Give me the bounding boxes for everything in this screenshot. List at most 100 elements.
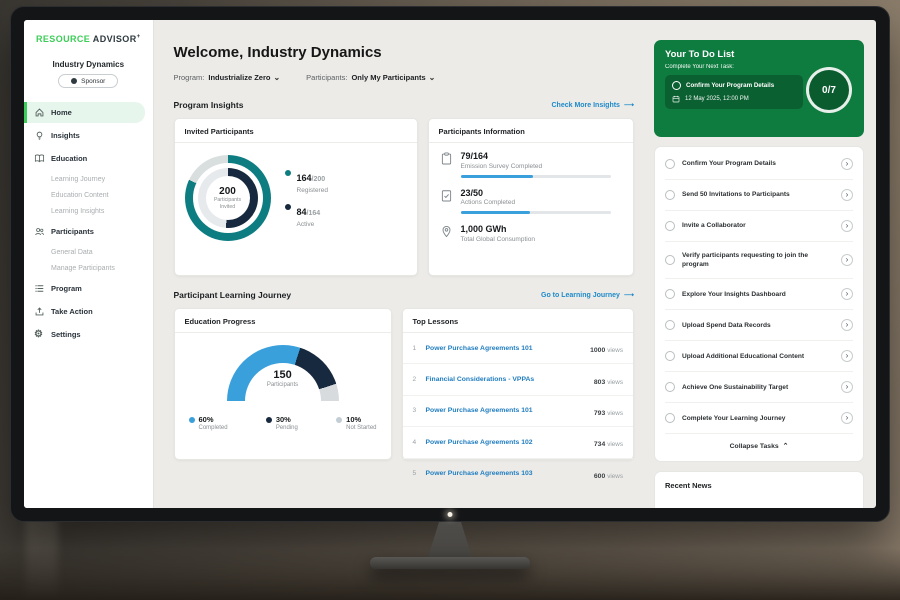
sidebar-item-manage-participants[interactable]: Manage Participants	[24, 260, 153, 276]
chevron-right-icon[interactable]: ›	[841, 288, 853, 300]
lesson-rank: 3	[413, 407, 419, 414]
lesson-link[interactable]: Power Purchase Agreements 101	[426, 345, 584, 352]
gear-icon: ⚙	[34, 329, 45, 340]
chevron-right-icon[interactable]: ›	[841, 254, 853, 266]
todo-task[interactable]: Explore Your Insights Dashboard ›	[665, 279, 853, 310]
todo-task[interactable]: Send 50 Invitations to Participants ›	[665, 180, 853, 211]
filters-row: Program: Industrialize Zero ⌄ Participan…	[174, 73, 634, 82]
legend-value: 164	[297, 173, 312, 183]
task-checkbox[interactable]	[665, 382, 675, 392]
participants-value: Only My Participants	[351, 73, 425, 82]
lesson-row: 2 Financial Considerations - VPPAs 803vi…	[403, 364, 633, 395]
lesson-link[interactable]: Power Purchase Agreements 101	[426, 407, 587, 414]
sidebar-item-participants[interactable]: Participants	[24, 221, 145, 242]
info-row-consumption: 1,000 GWh Total Global Consumption	[429, 216, 633, 245]
todo-task[interactable]: Upload Spend Data Records ›	[665, 310, 853, 341]
logo-plus: +	[137, 34, 141, 40]
info-value: 1,000 GWh	[461, 224, 535, 234]
legend-dot-pending	[266, 417, 272, 423]
sidebar-item-label: Education	[51, 154, 87, 163]
link-label: Check More Insights	[551, 102, 619, 109]
todo-task[interactable]: Achieve One Sustainability Target ›	[665, 372, 853, 403]
task-label: Verify participants requesting to join t…	[682, 251, 834, 269]
gauge-center-value: 150	[227, 369, 339, 381]
todo-task[interactable]: Verify participants requesting to join t…	[665, 242, 853, 279]
legend-item: 30% Pending	[266, 415, 298, 431]
legend-dot-completed	[189, 417, 195, 423]
link-label: Go to Learning Journey	[541, 292, 620, 299]
todo-task[interactable]: Confirm Your Program Details ›	[665, 149, 853, 180]
monitor-bezel: RESOURCE ADVISOR+ Industry Dynamics Spon…	[10, 6, 890, 522]
legend-total: /164	[307, 210, 321, 217]
book-icon	[34, 153, 45, 164]
task-checkbox[interactable]	[665, 159, 675, 169]
lesson-views-word: views	[607, 473, 623, 480]
lesson-link[interactable]: Power Purchase Agreements 102	[426, 439, 587, 446]
lesson-views-word: views	[607, 379, 623, 386]
calendar-icon	[672, 95, 680, 103]
chevron-right-icon[interactable]: ›	[841, 220, 853, 232]
next-task-card[interactable]: Confirm Your Program Details 12 May 2025…	[665, 75, 803, 109]
donut-center-value: 200	[211, 186, 245, 197]
todo-task[interactable]: Complete Your Learning Journey ›	[665, 403, 853, 434]
go-to-learning-journey-link[interactable]: Go to Learning Journey ⟶	[541, 291, 634, 299]
task-label: Explore Your Insights Dashboard	[682, 290, 834, 299]
sidebar-item-education[interactable]: Education	[24, 148, 145, 169]
chevron-right-icon[interactable]: ›	[841, 189, 853, 201]
task-checkbox[interactable]	[665, 289, 675, 299]
task-checkbox[interactable]	[672, 81, 681, 90]
program-dropdown[interactable]: Program: Industrialize Zero ⌄	[174, 73, 281, 82]
task-checkbox[interactable]	[665, 320, 675, 330]
lesson-link[interactable]: Financial Considerations - VPPAs	[426, 376, 587, 383]
donut-center-label: Participants Invited	[211, 197, 245, 210]
sidebar-item-home[interactable]: Home	[24, 102, 145, 123]
task-checkbox[interactable]	[665, 413, 675, 423]
sidebar-item-program[interactable]: Program	[24, 278, 145, 299]
chevron-right-icon[interactable]: ›	[841, 350, 853, 362]
todo-panel: Your To Do List Complete Your Next Task:…	[648, 20, 876, 508]
lesson-row: 5 Power Purchase Agreements 103 600views	[403, 459, 633, 489]
sidebar-item-learning-journey[interactable]: Learning Journey	[24, 171, 153, 187]
participants-information-card: Participants Information 79/164 Emission…	[428, 118, 634, 276]
task-checkbox[interactable]	[665, 351, 675, 361]
todo-progress-value: 0/7	[822, 85, 836, 96]
insights-cards-row: Invited Participants 200 Participants In…	[174, 118, 634, 276]
check-more-insights-link[interactable]: Check More Insights ⟶	[551, 101, 634, 109]
sidebar-item-general-data[interactable]: General Data	[24, 244, 153, 260]
location-pin-icon	[441, 225, 452, 238]
task-checkbox[interactable]	[665, 190, 675, 200]
sidebar-item-learning-insights[interactable]: Learning Insights	[24, 203, 153, 219]
participants-dropdown[interactable]: Participants: Only My Participants ⌄	[306, 73, 435, 82]
legend-item: 164/200 Registered	[285, 168, 328, 194]
todo-task[interactable]: Invite a Collaborator ›	[665, 211, 853, 242]
participants-label: Participants:	[306, 73, 347, 82]
dashboard-screen: RESOURCE ADVISOR+ Industry Dynamics Spon…	[24, 20, 876, 508]
resource-advisor-logo: RESOURCE ADVISOR+	[24, 34, 153, 44]
info-value: 23/50	[461, 188, 611, 198]
sidebar-nav: Home Insights Education Learning Journey…	[24, 102, 153, 345]
sidebar-item-settings[interactable]: ⚙ Settings	[24, 324, 145, 345]
collapse-tasks-button[interactable]: Collapse Tasks ⌃	[665, 434, 853, 459]
sidebar-item-label: Take Action	[51, 307, 93, 316]
task-checkbox[interactable]	[665, 255, 675, 265]
recent-news-title: Recent News	[665, 481, 712, 490]
chevron-right-icon[interactable]: ›	[841, 319, 853, 331]
sponsor-badge[interactable]: Sponsor	[58, 74, 118, 88]
chevron-right-icon[interactable]: ›	[841, 381, 853, 393]
task-checkbox[interactable]	[665, 221, 675, 231]
todo-tasks-card: Confirm Your Program Details › Send 50 I…	[654, 146, 864, 462]
lesson-views-word: views	[607, 347, 623, 354]
lesson-link[interactable]: Power Purchase Agreements 103	[426, 470, 587, 477]
legend-dot-registered	[285, 170, 291, 176]
chevron-right-icon[interactable]: ›	[841, 158, 853, 170]
info-row-actions: 23/50 Actions Completed	[429, 180, 633, 217]
next-task-label: Confirm Your Program Details	[686, 82, 774, 89]
chevron-right-icon[interactable]: ›	[841, 412, 853, 424]
sidebar-item-insights[interactable]: Insights	[24, 125, 145, 146]
home-icon	[34, 107, 45, 118]
sidebar-item-take-action[interactable]: Take Action	[24, 301, 145, 322]
sidebar-item-education-content[interactable]: Education Content	[24, 187, 153, 203]
todo-task[interactable]: Upload Additional Educational Content ›	[665, 341, 853, 372]
lesson-rank: 5	[413, 470, 419, 477]
lesson-views: 803	[594, 379, 605, 386]
